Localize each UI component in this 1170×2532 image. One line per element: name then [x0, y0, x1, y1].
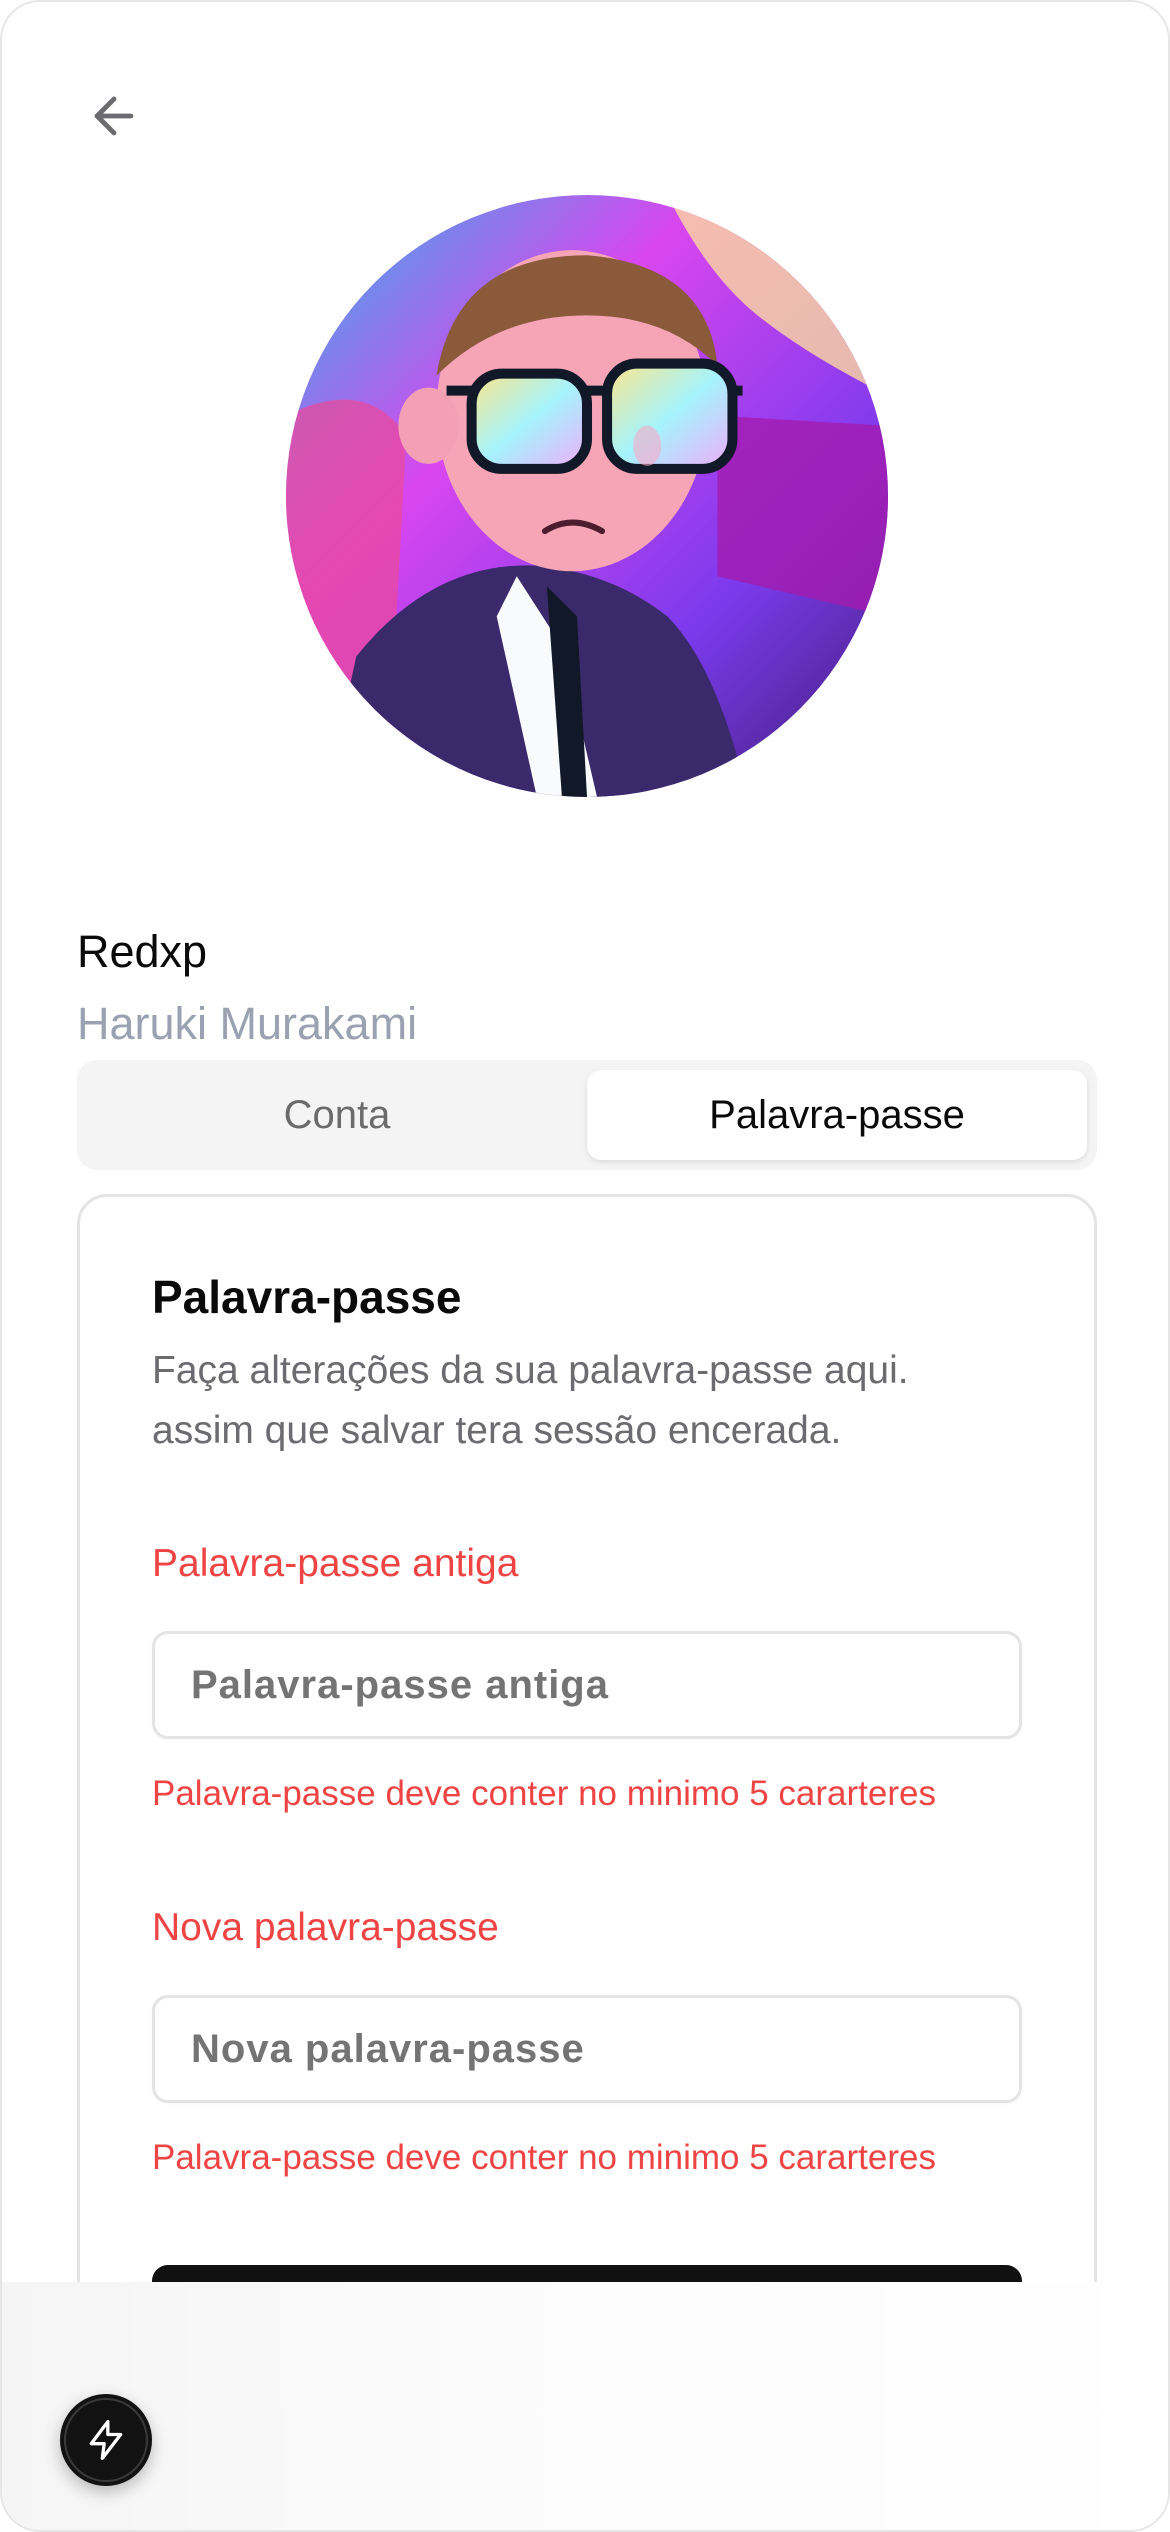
old-password-input[interactable]: Palavra-passe antiga — [152, 1631, 1022, 1739]
avatar — [286, 195, 888, 797]
arrow-left-icon — [94, 96, 134, 136]
back-button[interactable] — [74, 76, 154, 156]
old-password-error: Palavra-passe deve conter no minimo 5 ca… — [152, 1774, 936, 1813]
lightning-button[interactable] — [60, 2394, 152, 2486]
new-password-error: Palavra-passe deve conter no minimo 5 ca… — [152, 2138, 936, 2177]
tab-conta[interactable]: Conta — [87, 1070, 587, 1160]
tab-bar: Conta Palavra-passe — [77, 1060, 1097, 1170]
tab-palavra-passe[interactable]: Palavra-passe — [587, 1070, 1087, 1160]
new-password-label: Nova palavra-passe — [152, 1906, 499, 1949]
card-title: Palavra-passe — [152, 1271, 462, 1323]
profile-username: Haruki Murakami — [77, 998, 418, 1049]
app-frame: Redxp Haruki Murakami Conta Palavra-pass… — [0, 0, 1170, 2532]
new-password-input[interactable]: Nova palavra-passe — [152, 1995, 1022, 2103]
old-password-label: Palavra-passe antiga — [152, 1542, 519, 1585]
fab-ring — [64, 2398, 148, 2482]
profile-name: Redxp — [77, 926, 208, 977]
card-description: Faça alterações da sua palavra-passe aqu… — [152, 1349, 909, 1452]
bottom-overlay — [2, 2282, 1168, 2530]
